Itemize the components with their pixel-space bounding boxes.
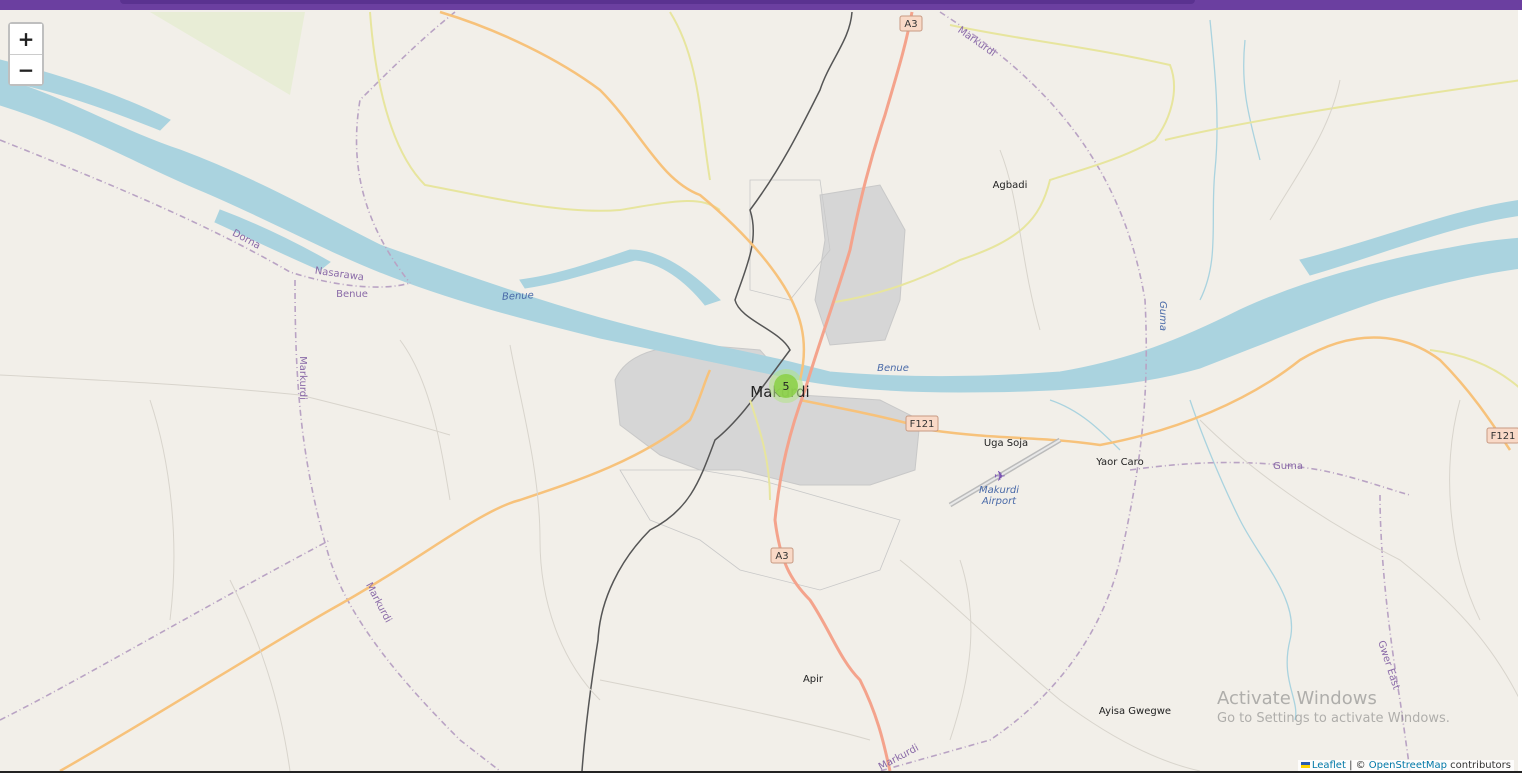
road-shield-a3-south: A3: [770, 547, 794, 564]
place-label-yaor-caro: Yaor Caro: [1095, 457, 1143, 468]
boundary-label-markurdi-west: Markurdi: [297, 356, 308, 400]
svg-text:F121: F121: [910, 419, 935, 430]
zoom-control: + −: [8, 22, 44, 86]
airport-label-line1: Makurdi: [979, 485, 1019, 496]
place-label-apir: Apir: [803, 674, 824, 685]
boundary-label-guma: Guma: [1273, 461, 1303, 472]
water-label-guma-river: Guma: [1157, 301, 1168, 331]
place-label-ayisa-gwegwe: Ayisa Gwegwe: [1099, 706, 1171, 717]
ukraine-flag-icon: [1300, 762, 1310, 768]
water-label-benue-west: Benue: [502, 290, 534, 303]
zoom-in-button[interactable]: +: [10, 24, 42, 54]
marker-cluster[interactable]: 5: [769, 369, 803, 403]
boundary-label-gwer-east: Gwer East: [1375, 639, 1401, 691]
right-scrollbar-edge: [1518, 10, 1522, 773]
windows-activation-watermark: Activate Windows Go to Settings to activ…: [1217, 688, 1450, 726]
svg-text:F121: F121: [1491, 431, 1516, 442]
place-label-agbadi: Agbadi: [993, 180, 1028, 191]
park-area: [150, 12, 305, 95]
zoom-out-button[interactable]: −: [10, 54, 42, 84]
road-shield-f121-center: F121: [905, 415, 939, 432]
openstreetmap-link[interactable]: OpenStreetMap: [1369, 760, 1447, 771]
attribution-contributors: contributors: [1447, 760, 1511, 771]
airport-label-line2: Airport: [981, 496, 1017, 507]
watermark-subtitle: Go to Settings to activate Windows.: [1217, 711, 1450, 726]
svg-text:A3: A3: [775, 551, 788, 562]
map-attribution: Leaflet | © OpenStreetMap contributors: [1297, 760, 1514, 771]
water-label-benue-center: Benue: [877, 363, 909, 374]
svg-text:A3: A3: [904, 19, 917, 30]
place-label-uga-soja: Uga Soja: [984, 438, 1028, 449]
watermark-title: Activate Windows: [1217, 688, 1377, 709]
airport-icon: ✈: [994, 469, 1006, 485]
top-accent-bar: [0, 0, 1522, 10]
boundary-label-markurdi-sw: Markurdi: [363, 581, 393, 625]
map-canvas[interactable]: ✈ A3 A3 F121 F121 Makurdi Agbadi Uga Soj…: [0, 10, 1522, 771]
road-shield-f121-east: F121: [1486, 427, 1520, 444]
leaflet-link[interactable]: Leaflet: [1312, 760, 1346, 771]
top-bar-tab: [120, 0, 1195, 4]
marker-cluster-count: 5: [783, 380, 790, 393]
benue-river: [0, 59, 1522, 393]
boundary-label-benue: Benue: [336, 289, 368, 300]
road-shield-a3-north: A3: [899, 15, 923, 32]
attribution-separator: | ©: [1345, 760, 1369, 771]
